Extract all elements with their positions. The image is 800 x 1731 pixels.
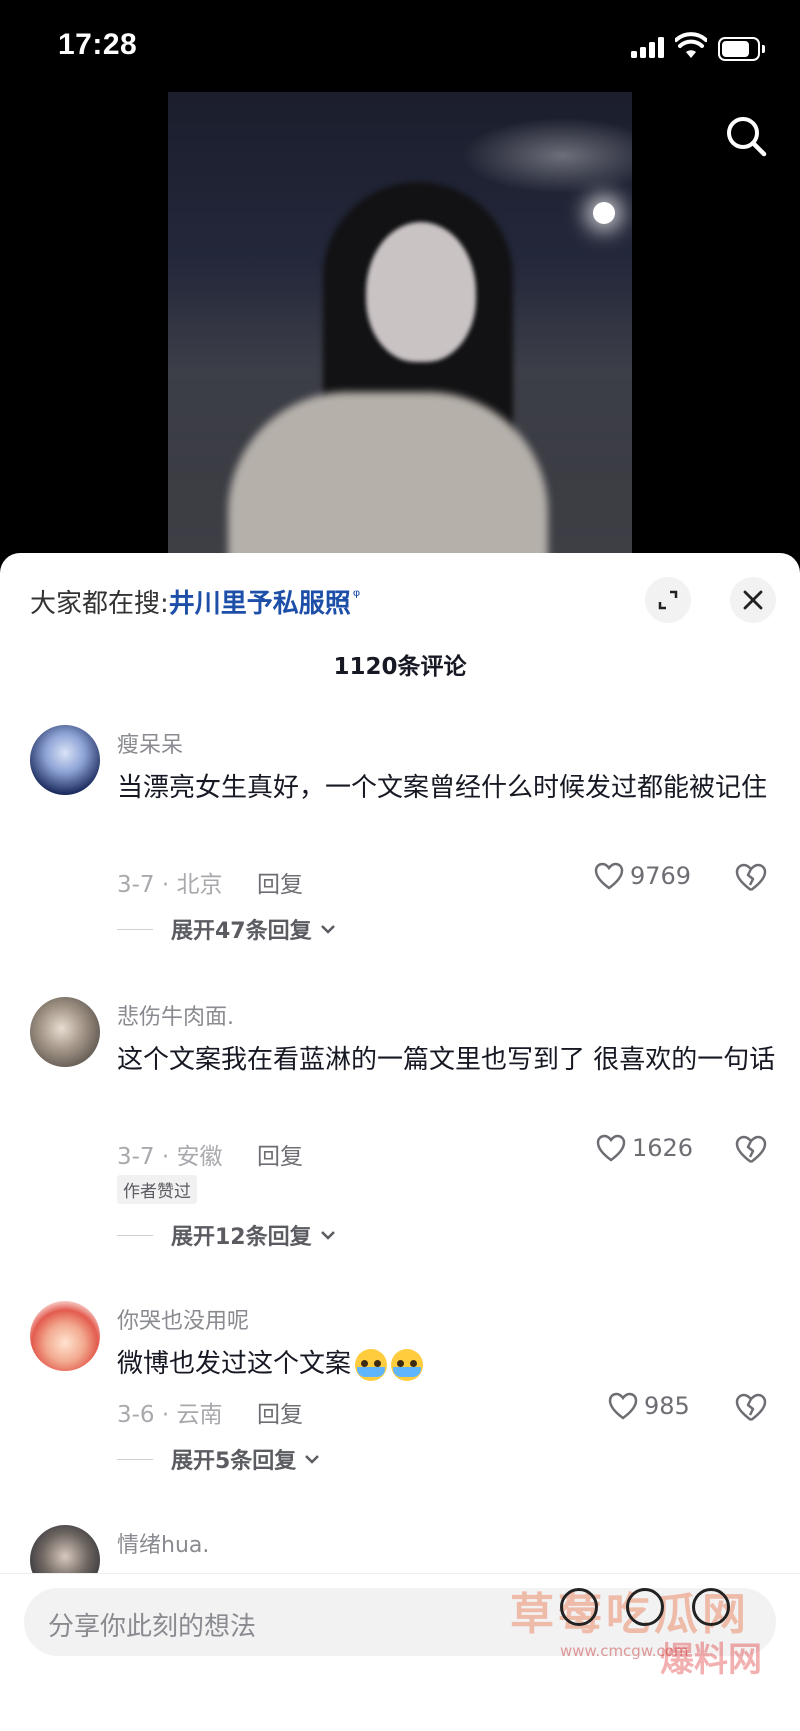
at-mention-icon[interactable] bbox=[560, 1588, 598, 1626]
comment-username[interactable]: 瘦呆呆 bbox=[117, 727, 183, 759]
search-icon[interactable] bbox=[722, 112, 770, 160]
author-liked-badge: 作者赞过 bbox=[117, 1175, 197, 1204]
reply-button[interactable]: 回复 bbox=[257, 1137, 303, 1171]
chevron-down-icon bbox=[320, 1231, 335, 1240]
comment-input-placeholder: 分享你此刻的想法 bbox=[48, 1612, 257, 1642]
chevron-down-icon bbox=[320, 925, 335, 934]
like-button[interactable]: 1626 bbox=[596, 1134, 693, 1162]
like-count: 9769 bbox=[630, 862, 692, 890]
avatar[interactable] bbox=[30, 1301, 100, 1371]
image-icon[interactable] bbox=[626, 1588, 664, 1626]
expand-sheet-button[interactable] bbox=[645, 577, 691, 623]
crying-emoji-icon bbox=[355, 1348, 388, 1381]
battery-icon bbox=[718, 37, 766, 61]
video-player[interactable] bbox=[0, 92, 800, 562]
heart-icon bbox=[596, 1134, 626, 1162]
like-button[interactable]: 9769 bbox=[594, 862, 691, 890]
input-tools bbox=[560, 1588, 730, 1626]
hot-search-prefix: 大家都在搜: bbox=[30, 589, 169, 619]
expand-replies-label: 展开5条回复 bbox=[171, 1449, 297, 1474]
video-frame[interactable] bbox=[168, 92, 632, 562]
status-time: 17:28 bbox=[58, 28, 138, 61]
expand-replies-label: 展开12条回复 bbox=[171, 1225, 312, 1250]
comment-username[interactable]: 悲伤牛肉面. bbox=[117, 999, 234, 1031]
avatar[interactable] bbox=[30, 725, 100, 795]
fullscreen-icon bbox=[658, 590, 678, 610]
hot-search-bar[interactable]: 大家都在搜:井川里予私服照 ᵠ bbox=[30, 583, 360, 620]
comment-input-bar: 分享你此刻的想法 草莓吃瓜网 www.cmcgw.com 爆料网 bbox=[0, 1573, 800, 1731]
comment-count: 1120条评论 bbox=[333, 654, 467, 680]
broken-heart-icon[interactable] bbox=[735, 863, 767, 893]
wifi-icon bbox=[675, 32, 707, 58]
close-icon bbox=[743, 590, 763, 610]
emoji-icon[interactable] bbox=[692, 1588, 730, 1626]
like-button[interactable]: 985 bbox=[608, 1392, 690, 1420]
hot-search-keyword[interactable]: 井川里予私服照 bbox=[169, 589, 351, 619]
comment-username[interactable]: 情绪hua. bbox=[117, 1527, 209, 1559]
expand-replies-button[interactable]: 展开12条回复 bbox=[117, 1219, 338, 1251]
comment-text: 微博也发过这个文案 bbox=[117, 1341, 777, 1387]
heart-icon bbox=[608, 1392, 638, 1420]
broken-heart-icon[interactable] bbox=[735, 1135, 767, 1165]
watermark-sub: 爆料网 bbox=[660, 1640, 762, 1680]
expand-replies-button[interactable]: 展开5条回复 bbox=[117, 1443, 322, 1475]
comment-date-location: 3-7 · 北京 bbox=[117, 872, 223, 898]
expand-replies-button[interactable]: 展开47条回复 bbox=[117, 913, 338, 945]
reply-button[interactable]: 回复 bbox=[257, 1395, 303, 1429]
comment-username[interactable]: 你哭也没用呢 bbox=[117, 1303, 249, 1335]
comment-date-location: 3-6 · 云南 bbox=[117, 1402, 223, 1428]
like-count: 985 bbox=[644, 1392, 690, 1420]
comment-text: 当漂亮女生真好，一个文案曾经什么时候发过都能被记住 bbox=[117, 773, 768, 803]
comments-sheet: 大家都在搜:井川里予私服照 ᵠ 1120条评论 瘦呆呆 当漂亮女生真好，一个文案曾… bbox=[0, 553, 800, 1731]
like-count: 1626 bbox=[632, 1134, 694, 1162]
cellular-signal-icon bbox=[631, 36, 665, 58]
comment-text-body: 微博也发过这个文案 bbox=[117, 1349, 352, 1379]
expand-replies-label: 展开47条回复 bbox=[171, 919, 312, 944]
search-small-icon: ᵠ bbox=[352, 586, 361, 608]
chevron-down-icon bbox=[305, 1455, 320, 1464]
comment-date-location: 3-7 · 安徽 bbox=[117, 1144, 223, 1170]
comment-text: 这个文案我在看蓝淋的一篇文里也写到了 很喜欢的一句话 bbox=[117, 1045, 776, 1075]
status-bar: 17:28 bbox=[0, 0, 800, 92]
broken-heart-icon[interactable] bbox=[735, 1393, 767, 1423]
reply-button[interactable]: 回复 bbox=[257, 865, 303, 899]
heart-icon bbox=[594, 862, 624, 890]
avatar[interactable] bbox=[30, 997, 100, 1067]
crying-emoji-icon bbox=[391, 1348, 424, 1381]
close-sheet-button[interactable] bbox=[730, 577, 776, 623]
